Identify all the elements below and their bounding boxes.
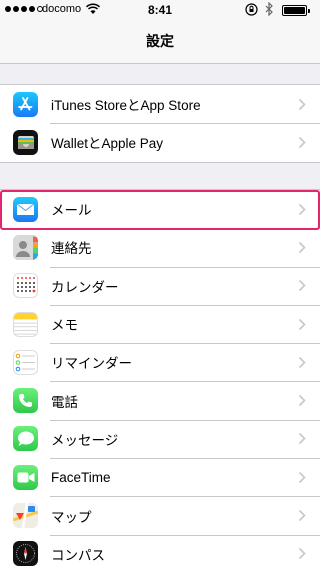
settings-group-apps: メール 連絡先 カレンダー メモ リマインダー 電話 メッセージ FaceTim… bbox=[0, 189, 320, 569]
settings-row-label: メール bbox=[51, 203, 92, 219]
chevron-right-icon bbox=[298, 203, 306, 215]
settings-row-facetime[interactable]: FaceTime bbox=[0, 458, 320, 496]
mail-icon bbox=[13, 196, 38, 222]
settings-row-label: 電話 bbox=[51, 394, 78, 410]
notes-icon bbox=[13, 311, 38, 337]
settings-row-label: リマインダー bbox=[51, 356, 132, 372]
chevron-right-icon bbox=[298, 395, 306, 407]
contacts-icon bbox=[13, 234, 38, 260]
chevron-right-icon bbox=[298, 471, 306, 483]
chevron-right-icon bbox=[298, 136, 306, 149]
settings-row-compass[interactable]: コンパス bbox=[0, 534, 320, 569]
settings-row-label: マップ bbox=[51, 509, 92, 525]
messages-icon bbox=[13, 426, 38, 452]
rotation-lock-icon bbox=[245, 3, 258, 16]
settings-row-maps[interactable]: マップ bbox=[0, 496, 320, 534]
wallet-icon bbox=[13, 129, 38, 155]
chevron-right-icon bbox=[298, 98, 306, 110]
phone-icon bbox=[13, 388, 38, 414]
settings-row-phone[interactable]: 電話 bbox=[0, 381, 320, 419]
settings-row-itunes-app-store[interactable]: iTunes StoreとApp Store bbox=[0, 85, 320, 123]
navigation-bar: 設定 bbox=[0, 20, 320, 64]
settings-row-label: iTunes StoreとApp Store bbox=[51, 98, 201, 114]
settings-row-contacts[interactable]: 連絡先 bbox=[0, 228, 320, 266]
calendar-icon bbox=[13, 273, 38, 299]
battery-icon bbox=[282, 5, 310, 16]
maps-icon bbox=[13, 503, 38, 529]
settings-row-label: コンパス bbox=[51, 547, 105, 563]
bluetooth-icon bbox=[265, 2, 273, 16]
app-store-icon bbox=[13, 91, 38, 117]
settings-row-label: カレンダー bbox=[51, 279, 119, 295]
page-title: 設定 bbox=[146, 33, 174, 49]
settings-row-label: メモ bbox=[51, 318, 78, 334]
settings-row-wallet[interactable]: WalletとApple Pay bbox=[0, 123, 320, 161]
facetime-icon bbox=[13, 464, 38, 490]
settings-group-stores: iTunes StoreとApp Store WalletとApple Pay bbox=[0, 84, 320, 163]
compass-icon bbox=[13, 541, 38, 567]
settings-row-reminders[interactable]: リマインダー bbox=[0, 343, 320, 381]
chevron-right-icon bbox=[298, 356, 306, 368]
settings-row-label: FaceTime bbox=[51, 469, 111, 485]
settings-row-notes[interactable]: メモ bbox=[0, 304, 320, 343]
reminders-icon bbox=[13, 349, 38, 375]
status-bar: docomo 8:41 bbox=[0, 0, 320, 20]
settings-row-label: WalletとApple Pay bbox=[51, 136, 164, 152]
chevron-right-icon bbox=[298, 318, 306, 330]
chevron-right-icon bbox=[298, 280, 306, 292]
settings-row-mail[interactable]: メール bbox=[0, 190, 320, 228]
chevron-right-icon bbox=[298, 433, 306, 445]
settings-row-label: 連絡先 bbox=[51, 241, 92, 257]
settings-row-messages[interactable]: メッセージ bbox=[0, 419, 320, 458]
chevron-right-icon bbox=[298, 509, 306, 522]
chevron-right-icon bbox=[298, 548, 306, 560]
settings-row-label: メッセージ bbox=[51, 432, 119, 448]
settings-row-calendar[interactable]: カレンダー bbox=[0, 266, 320, 305]
chevron-right-icon bbox=[298, 241, 306, 254]
